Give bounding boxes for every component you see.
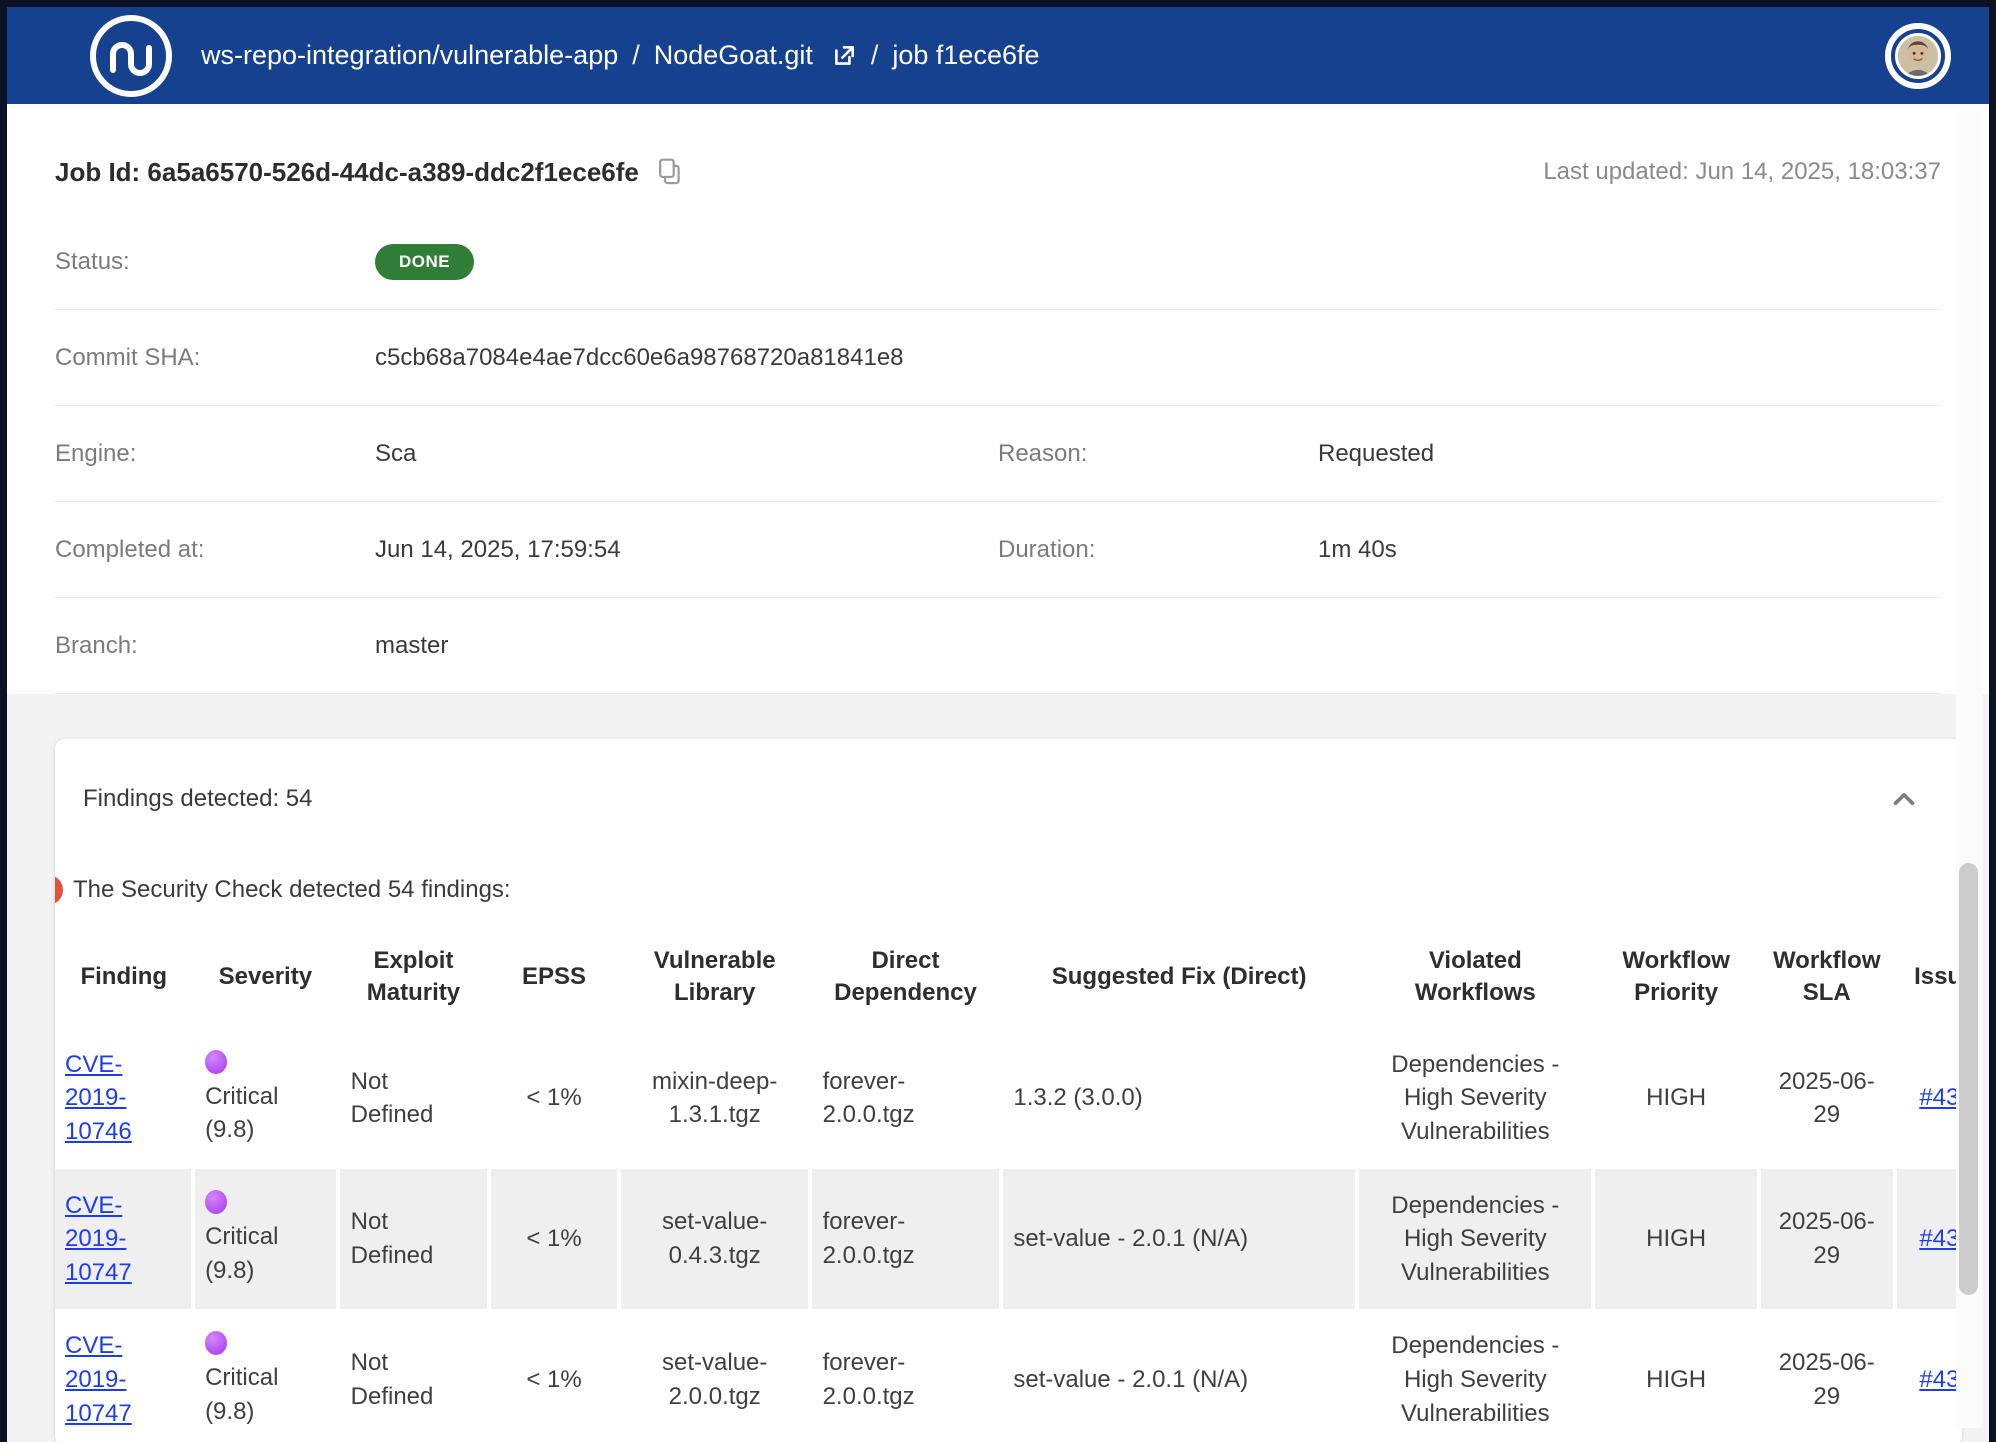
workflow-priority-value: HIGH bbox=[1593, 1169, 1759, 1310]
exploit-maturity-value: Not Defined bbox=[338, 1028, 489, 1169]
direct-dependency-value: forever-2.0.0.tgz bbox=[810, 1028, 1001, 1169]
vulnerable-library-value: mixin-deep-1.3.1.tgz bbox=[619, 1028, 810, 1169]
cve-link[interactable]: CVE-2019-10747 bbox=[65, 1192, 132, 1286]
col-header-severity: Severity bbox=[193, 927, 339, 1028]
col-header-violated-workflows: Violated Workflows bbox=[1357, 927, 1593, 1028]
last-updated-text: Last updated: Jun 14, 2025, 18:03:37 bbox=[1543, 158, 1941, 186]
workflow-sla-value: 2025-06-29 bbox=[1759, 1309, 1895, 1442]
avatar-photo bbox=[1895, 33, 1941, 79]
collapse-card-button[interactable] bbox=[1886, 781, 1922, 817]
user-avatar[interactable] bbox=[1885, 23, 1951, 89]
suggested-fix-value: 1.3.2 (3.0.0) bbox=[1001, 1028, 1357, 1169]
branch-row: Branch: master bbox=[55, 598, 1941, 694]
epss-value: < 1% bbox=[489, 1028, 620, 1169]
findings-card: Findings detected: 54 The Security Check… bbox=[55, 739, 1962, 1442]
findings-card-title: Findings detected: 54 bbox=[83, 785, 313, 813]
breadcrumb-project-link[interactable]: NodeGoat.git bbox=[654, 40, 813, 71]
mend-logo[interactable] bbox=[85, 10, 177, 102]
workflow-priority-value: HIGH bbox=[1593, 1309, 1759, 1442]
violated-workflows-value: Dependencies - High Severity Vulnerabili… bbox=[1357, 1028, 1593, 1169]
commit-sha-value: c5cb68a7084e4ae7dcc60e6a98768720a81841e8 bbox=[375, 344, 904, 372]
commit-sha-row: Commit SHA: c5cb68a7084e4ae7dcc60e6a9876… bbox=[55, 310, 1941, 406]
violated-workflows-value: Dependencies - High Severity Vulnerabili… bbox=[1357, 1309, 1593, 1442]
col-header-workflow-sla: Workflow SLA bbox=[1759, 927, 1895, 1028]
vulnerable-library-value: set-value-2.0.0.tgz bbox=[619, 1309, 810, 1442]
engine-value: Sca bbox=[375, 440, 416, 468]
status-badge: DONE bbox=[375, 244, 474, 280]
duration-label: Duration: bbox=[998, 536, 1318, 564]
col-header-direct-dependency: Direct Dependency bbox=[810, 927, 1001, 1028]
vulnerable-library-value: set-value-0.4.3.tgz bbox=[619, 1169, 810, 1310]
cve-link[interactable]: CVE-2019-10747 bbox=[65, 1332, 132, 1426]
mend-wave-logo-icon bbox=[85, 10, 177, 102]
exploit-maturity-value: Not Defined bbox=[338, 1169, 489, 1310]
col-header-issue: Issue bbox=[1895, 927, 1962, 1028]
col-header-finding: Finding bbox=[55, 927, 193, 1028]
table-header-row: Finding Severity Exploit Maturity EPSS V… bbox=[55, 927, 1962, 1028]
vertical-scrollbar-thumb[interactable] bbox=[1959, 863, 1978, 1295]
severity-critical-icon bbox=[205, 1331, 227, 1355]
workflow-priority-value: HIGH bbox=[1593, 1028, 1759, 1169]
findings-table: Finding Severity Exploit Maturity EPSS V… bbox=[55, 927, 1962, 1442]
exploit-maturity-value: Not Defined bbox=[338, 1309, 489, 1442]
breadcrumb-separator: / bbox=[871, 40, 879, 71]
col-header-exploit-maturity: Exploit Maturity bbox=[338, 927, 489, 1028]
col-header-vulnerable-library: Vulnerable Library bbox=[619, 927, 810, 1028]
breadcrumb-job: job f1ece6fe bbox=[892, 40, 1039, 71]
job-id-text: Job Id: 6a5a6570-526d-44dc-a389-ddc2f1ec… bbox=[55, 157, 639, 188]
epss-value: < 1% bbox=[489, 1169, 620, 1310]
violated-workflows-value: Dependencies - High Severity Vulnerabili… bbox=[1357, 1169, 1593, 1310]
engine-label: Engine: bbox=[55, 440, 375, 468]
col-header-workflow-priority: Workflow Priority bbox=[1593, 927, 1759, 1028]
breadcrumb-repo-link[interactable]: ws-repo-integration/vulnerable-app bbox=[201, 40, 618, 71]
suggested-fix-value: set-value - 2.0.1 (N/A) bbox=[1001, 1169, 1357, 1310]
findings-section-background: Findings detected: 54 The Security Check… bbox=[7, 694, 1989, 1442]
severity-value: Critical (9.8) bbox=[205, 1364, 278, 1425]
workflow-sla-value: 2025-06-29 bbox=[1759, 1028, 1895, 1169]
reason-label: Reason: bbox=[998, 440, 1318, 468]
status-label: Status: bbox=[55, 248, 375, 276]
direct-dependency-value: forever-2.0.0.tgz bbox=[810, 1309, 1001, 1442]
completed-at-label: Completed at: bbox=[55, 536, 375, 564]
vertical-scrollbar-track[interactable] bbox=[1956, 111, 1982, 1428]
severity-critical-icon bbox=[205, 1190, 227, 1214]
security-check-summary: The Security Check detected 54 findings: bbox=[73, 876, 511, 904]
suggested-fix-value: set-value - 2.0.1 (N/A) bbox=[1001, 1309, 1357, 1442]
chevron-up-icon bbox=[1890, 785, 1918, 813]
engine-reason-row: Engine: Sca Reason: Requested bbox=[55, 406, 1941, 502]
duration-value: 1m 40s bbox=[1318, 536, 1397, 564]
severity-value: Critical (9.8) bbox=[205, 1223, 278, 1284]
status-row: Status: DONE bbox=[55, 214, 1941, 310]
breadcrumb: ws-repo-integration/vulnerable-app / Nod… bbox=[201, 40, 1040, 71]
job-details-section: Job Id: 6a5a6570-526d-44dc-a389-ddc2f1ec… bbox=[7, 104, 1989, 694]
col-header-epss: EPSS bbox=[489, 927, 620, 1028]
severity-critical-icon bbox=[205, 1050, 227, 1074]
workflow-sla-value: 2025-06-29 bbox=[1759, 1169, 1895, 1310]
external-link-icon[interactable] bbox=[831, 43, 857, 69]
severity-value: Critical (9.8) bbox=[205, 1083, 278, 1144]
completed-at-value: Jun 14, 2025, 17:59:54 bbox=[375, 536, 621, 564]
commit-sha-label: Commit SHA: bbox=[55, 344, 375, 372]
top-navigation-bar: ws-repo-integration/vulnerable-app / Nod… bbox=[7, 7, 1989, 104]
table-row: CVE-2019-10747 Critical (9.8) Not Define… bbox=[55, 1309, 1962, 1442]
direct-dependency-value: forever-2.0.0.tgz bbox=[810, 1169, 1001, 1310]
col-header-suggested-fix: Suggested Fix (Direct) bbox=[1001, 927, 1357, 1028]
error-circle-icon bbox=[55, 875, 63, 905]
table-row: CVE-2019-10747 Critical (9.8) Not Define… bbox=[55, 1169, 1962, 1310]
copy-job-id-button[interactable] bbox=[655, 156, 685, 188]
findings-scroll-area[interactable]: The Security Check detected 54 findings:… bbox=[55, 875, 1962, 1442]
reason-value: Requested bbox=[1318, 440, 1434, 468]
breadcrumb-separator: / bbox=[632, 40, 640, 71]
branch-value: master bbox=[375, 632, 448, 660]
cve-link[interactable]: CVE-2019-10746 bbox=[65, 1051, 132, 1145]
table-row: CVE-2019-10746 Critical (9.8) Not Define… bbox=[55, 1028, 1962, 1169]
branch-label: Branch: bbox=[55, 632, 375, 660]
epss-value: < 1% bbox=[489, 1309, 620, 1442]
completed-duration-row: Completed at: Jun 14, 2025, 17:59:54 Dur… bbox=[55, 502, 1941, 598]
